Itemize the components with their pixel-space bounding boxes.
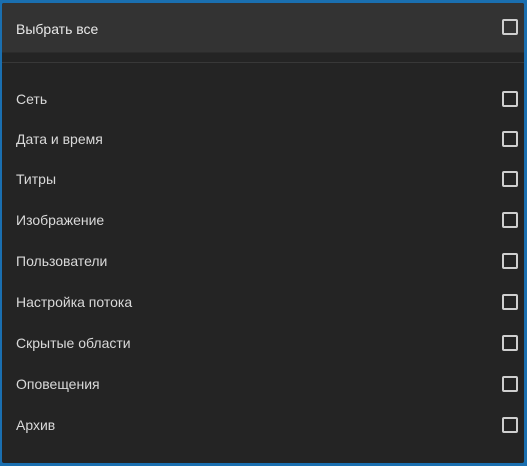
list-item-date-time[interactable]: Дата и время bbox=[2, 119, 524, 159]
list-item-label: Сеть bbox=[16, 91, 48, 107]
list-item-label: Настройка потока bbox=[16, 294, 133, 310]
list-item-label: Архив bbox=[16, 417, 56, 433]
select-all-checkbox[interactable] bbox=[502, 19, 518, 35]
settings-selection-panel: Выбрать все Сеть Дата и время Титры Изоб… bbox=[2, 3, 524, 463]
list-item-label: Изображение bbox=[16, 212, 105, 228]
list-item-checkbox[interactable] bbox=[502, 294, 518, 310]
list-item-label: Оповещения bbox=[16, 376, 100, 392]
select-all-row[interactable]: Выбрать все bbox=[2, 3, 524, 53]
list-item-privacy-masks[interactable]: Скрытые области bbox=[2, 323, 524, 363]
list-item-label: Скрытые области bbox=[16, 335, 131, 351]
list-item-titles[interactable]: Титры bbox=[2, 159, 524, 199]
list-item-checkbox[interactable] bbox=[502, 376, 518, 392]
list-item-checkbox[interactable] bbox=[502, 335, 518, 351]
list-item-checkbox[interactable] bbox=[502, 253, 518, 269]
list-item-image[interactable]: Изображение bbox=[2, 200, 524, 240]
list-item-users[interactable]: Пользователи bbox=[2, 241, 524, 281]
list-item-stream-settings[interactable]: Настройка потока bbox=[2, 282, 524, 322]
list-item-label: Дата и время bbox=[16, 131, 103, 147]
list-item-checkbox[interactable] bbox=[502, 131, 518, 147]
list-item-checkbox[interactable] bbox=[502, 417, 518, 433]
list-item-checkbox[interactable] bbox=[502, 171, 518, 187]
list-item-network[interactable]: Сеть bbox=[2, 79, 524, 119]
list-item-archive[interactable]: Архив bbox=[2, 405, 524, 445]
list-item-checkbox[interactable] bbox=[502, 91, 518, 107]
list-item-checkbox[interactable] bbox=[502, 212, 518, 228]
list-item-label: Пользователи bbox=[16, 253, 108, 269]
divider bbox=[2, 62, 524, 63]
list-item-alerts[interactable]: Оповещения bbox=[2, 364, 524, 404]
list-item-label: Титры bbox=[16, 171, 57, 187]
select-all-label: Выбрать все bbox=[16, 21, 99, 37]
